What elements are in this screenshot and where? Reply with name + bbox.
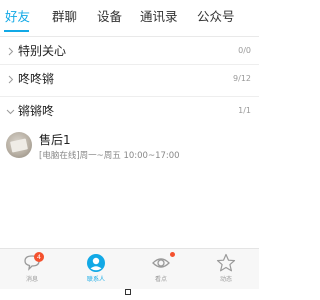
group-count: 0/0 bbox=[238, 46, 251, 55]
friend-name: 售后1 bbox=[39, 133, 71, 147]
chevron-down-icon bbox=[6, 109, 15, 115]
star-icon bbox=[216, 253, 236, 272]
contacts-tabbar: 好友 群聊 设备 通讯录 公众号 bbox=[0, 0, 259, 37]
active-tab-indicator bbox=[4, 30, 29, 32]
group-dongdongqiang[interactable]: 咚咚锵 9/12 bbox=[0, 65, 259, 94]
nav-label: 消息 bbox=[25, 276, 38, 283]
friend-signature: 周一~周五 10:00~17:00 bbox=[79, 151, 180, 161]
friend-status: [电脑在线]周一~周五 10:00~17:00 bbox=[39, 150, 180, 162]
tab-groups[interactable]: 群聊 bbox=[52, 9, 77, 25]
notification-dot bbox=[170, 252, 175, 257]
group-qiangqiangdong[interactable]: 锵锵咚 1/1 bbox=[0, 97, 259, 126]
nav-label: 动态 bbox=[219, 276, 232, 283]
group-count: 1/1 bbox=[238, 106, 251, 115]
contacts-icon bbox=[87, 254, 105, 272]
nav-contacts[interactable]: 联系人 bbox=[64, 249, 128, 289]
chevron-right-icon bbox=[8, 47, 14, 56]
friend-list-item[interactable]: 售后1 [电脑在线]周一~周五 10:00~17:00 bbox=[0, 128, 259, 168]
nav-kandian[interactable]: 看点 bbox=[129, 249, 193, 289]
group-name: 咚咚锵 bbox=[18, 72, 55, 86]
avatar-image bbox=[10, 138, 28, 153]
group-name: 特别关心 bbox=[18, 44, 67, 58]
home-indicator bbox=[125, 289, 131, 295]
group-count: 9/12 bbox=[233, 74, 251, 83]
nav-label: 联系人 bbox=[86, 276, 105, 283]
tab-friends[interactable]: 好友 bbox=[5, 9, 30, 25]
nav-label: 看点 bbox=[154, 276, 167, 283]
bottom-navigation: 4 消息 联系人 看点 动态 bbox=[0, 248, 259, 289]
chevron-right-icon bbox=[8, 75, 14, 84]
tab-official-accounts[interactable]: 公众号 bbox=[197, 9, 235, 25]
qq-contacts-screen: 好友 群聊 设备 通讯录 公众号 特别关心 0/0 咚咚锵 9/12 锵锵咚 1… bbox=[0, 0, 259, 300]
tab-devices[interactable]: 设备 bbox=[97, 9, 122, 25]
unread-badge: 4 bbox=[34, 252, 44, 262]
avatar bbox=[6, 132, 32, 158]
group-name: 锵锵咚 bbox=[18, 104, 55, 118]
tab-address-book[interactable]: 通讯录 bbox=[140, 9, 178, 25]
nav-moments[interactable]: 动态 bbox=[194, 249, 258, 289]
online-status-tag: [电脑在线] bbox=[39, 151, 80, 161]
nav-messages[interactable]: 4 消息 bbox=[0, 249, 64, 289]
group-special-care[interactable]: 特别关心 0/0 bbox=[0, 37, 259, 66]
eye-icon bbox=[152, 258, 170, 268]
